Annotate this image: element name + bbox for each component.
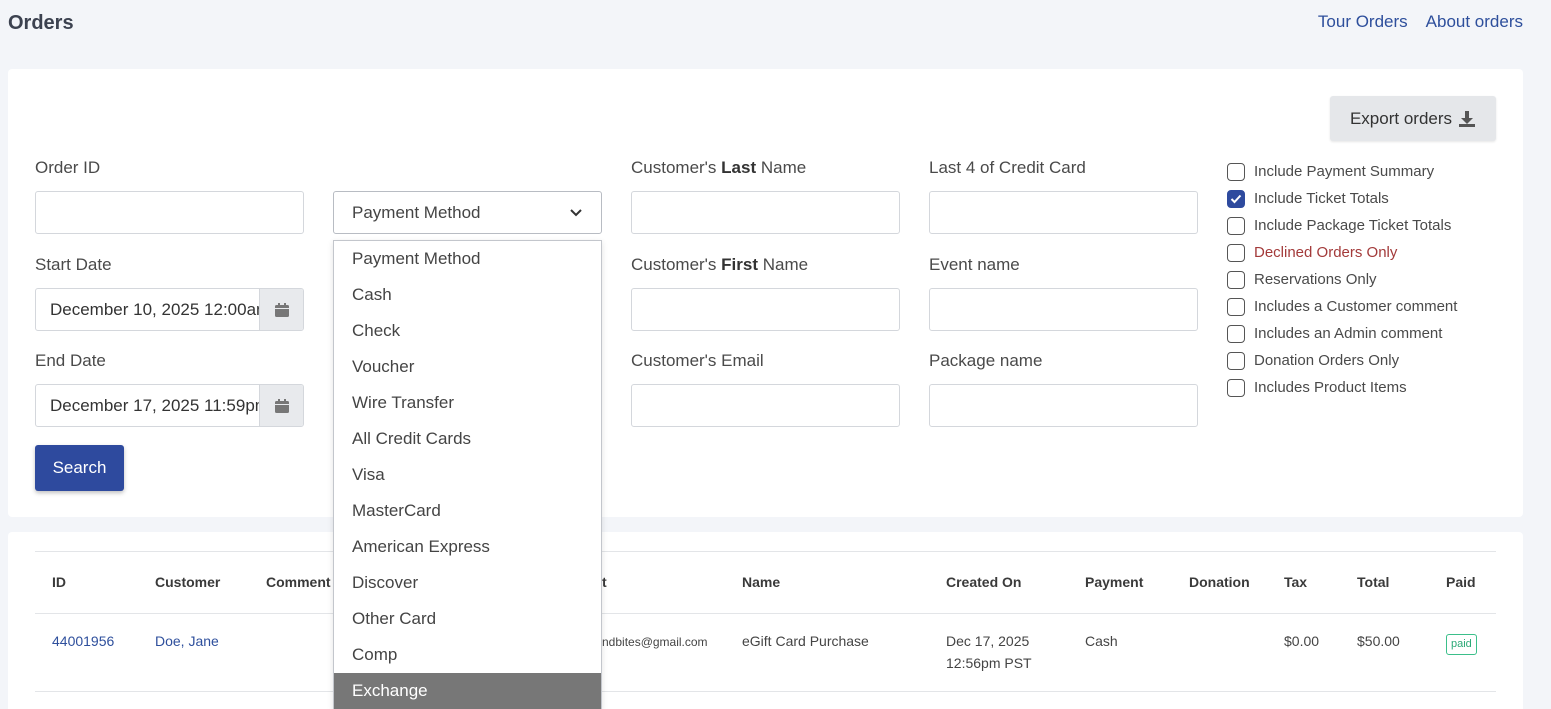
end-date-value: December 17, 2025 11:59pm [50, 395, 259, 415]
option-discover[interactable]: Discover [334, 565, 601, 601]
header-payment[interactable]: Payment [1085, 574, 1143, 590]
tour-orders-link[interactable]: Tour Orders [1318, 12, 1408, 32]
row-rule [35, 691, 1496, 692]
start-date-label: Start Date [35, 255, 112, 274]
credit-card-label: Last 4 of Credit Card [929, 158, 1086, 177]
checkbox-admin-comment[interactable]: Includes an Admin comment [1227, 320, 1457, 347]
checkbox-box[interactable] [1227, 270, 1245, 289]
total-cell: $50.00 [1357, 633, 1400, 649]
option-exchange[interactable]: Exchange [334, 673, 601, 709]
checkbox-box-checked[interactable] [1227, 189, 1245, 208]
option-check[interactable]: Check [334, 313, 601, 349]
checkbox-box[interactable] [1227, 324, 1245, 343]
name-cell: eGift Card Purchase [742, 633, 869, 649]
email-input[interactable] [631, 384, 900, 427]
event-name-input[interactable] [929, 288, 1198, 331]
calendar-icon[interactable] [259, 289, 303, 330]
option-other-card[interactable]: Other Card [334, 601, 601, 637]
export-label: Export orders [1349, 108, 1453, 128]
option-all-credit-cards[interactable]: All Credit Cards [334, 421, 601, 457]
email-cell: ndbites@gmail.com [602, 635, 708, 649]
order-id-input[interactable] [35, 191, 304, 234]
order-id-label: Order ID [35, 158, 101, 177]
customer-link[interactable]: Doe, Jane [155, 633, 219, 649]
paid-badge: paid [1446, 634, 1477, 655]
checkbox-box[interactable] [1227, 243, 1245, 262]
first-name-input[interactable] [631, 288, 900, 331]
search-button[interactable]: Search [35, 445, 124, 491]
checkbox-box[interactable] [1227, 351, 1245, 370]
event-name-label: Event name [929, 255, 1020, 274]
header-total[interactable]: Total [1357, 574, 1389, 590]
payment-cell: Cash [1085, 633, 1118, 649]
checkbox-ticket-totals[interactable]: Include Ticket Totals [1227, 185, 1457, 212]
header-id[interactable]: ID [52, 574, 66, 590]
checkbox-product-items[interactable]: Includes Product Items [1227, 374, 1457, 401]
chevron-down-icon [570, 208, 582, 216]
created-time-cell: 12:56pm PST [946, 655, 1032, 671]
option-visa[interactable]: Visa [334, 457, 601, 493]
top-links: Tour Orders About orders [1318, 12, 1523, 32]
option-voucher[interactable]: Voucher [334, 349, 601, 385]
payment-method-select[interactable]: Payment Method [333, 191, 602, 234]
payment-method-dropdown: Payment Method Cash Check Voucher Wire T… [333, 240, 602, 709]
checkbox-reservations[interactable]: Reservations Only [1227, 266, 1457, 293]
option-payment-method[interactable]: Payment Method [334, 241, 601, 277]
created-date-cell: Dec 17, 2025 [946, 633, 1030, 649]
header-created-on[interactable]: Created On [946, 574, 1021, 590]
checkmark-icon [1230, 194, 1242, 203]
end-date-field[interactable]: December 17, 2025 11:59pm [35, 384, 304, 427]
first-name-label: Customer's First Name [631, 255, 809, 274]
header-email-partial[interactable]: t [602, 574, 607, 590]
option-cash[interactable]: Cash [334, 277, 601, 313]
page-title: Orders [8, 12, 74, 34]
calendar-icon[interactable] [259, 385, 303, 426]
header-customer[interactable]: Customer [155, 574, 220, 590]
last-name-input[interactable] [631, 191, 900, 234]
checkbox-box[interactable] [1227, 216, 1245, 235]
checkbox-customer-comment[interactable]: Includes a Customer comment [1227, 293, 1457, 320]
checkbox-box[interactable] [1227, 297, 1245, 316]
checkbox-declined-orders[interactable]: Declined Orders Only [1227, 239, 1457, 266]
start-date-field[interactable]: December 10, 2025 12:00am [35, 288, 304, 331]
orders-table-card: ID Customer Comment t Name Created On Pa… [8, 532, 1523, 709]
header-donation[interactable]: Donation [1189, 574, 1250, 590]
last-name-label: Customer's Last Name [631, 158, 807, 177]
header-comment[interactable]: Comment [266, 574, 331, 590]
option-american-express[interactable]: American Express [334, 529, 601, 565]
option-comp[interactable]: Comp [334, 637, 601, 673]
email-label: Customer's Email [631, 351, 764, 370]
order-id-link[interactable]: 44001956 [52, 633, 114, 649]
about-orders-link[interactable]: About orders [1426, 12, 1523, 32]
end-date-label: End Date [35, 351, 106, 370]
credit-card-input[interactable] [929, 191, 1198, 234]
header-paid[interactable]: Paid [1446, 574, 1476, 590]
option-mastercard[interactable]: MasterCard [334, 493, 601, 529]
package-name-label: Package name [929, 351, 1043, 370]
start-date-value: December 10, 2025 12:00am [50, 299, 259, 319]
checkbox-package-ticket-totals[interactable]: Include Package Ticket Totals [1227, 212, 1457, 239]
payment-method-value: Payment Method [352, 202, 481, 222]
filter-checkboxes: Include Payment Summary Include Ticket T… [1227, 158, 1457, 401]
checkbox-box[interactable] [1227, 378, 1245, 397]
export-orders-button[interactable]: Export orders [1330, 96, 1496, 141]
checkbox-box[interactable] [1227, 162, 1245, 181]
package-name-input[interactable] [929, 384, 1198, 427]
checkbox-payment-summary[interactable]: Include Payment Summary [1227, 158, 1457, 185]
table-top-rule [35, 551, 1496, 552]
header-name[interactable]: Name [742, 574, 780, 590]
option-wire-transfer[interactable]: Wire Transfer [334, 385, 601, 421]
filters-card: Export orders Order ID Payment Method Cu… [8, 69, 1523, 517]
header-tax[interactable]: Tax [1284, 574, 1307, 590]
tax-cell: $0.00 [1284, 633, 1320, 649]
checkbox-donation-orders[interactable]: Donation Orders Only [1227, 347, 1457, 374]
download-icon [1459, 110, 1476, 127]
header-rule [35, 613, 1496, 614]
